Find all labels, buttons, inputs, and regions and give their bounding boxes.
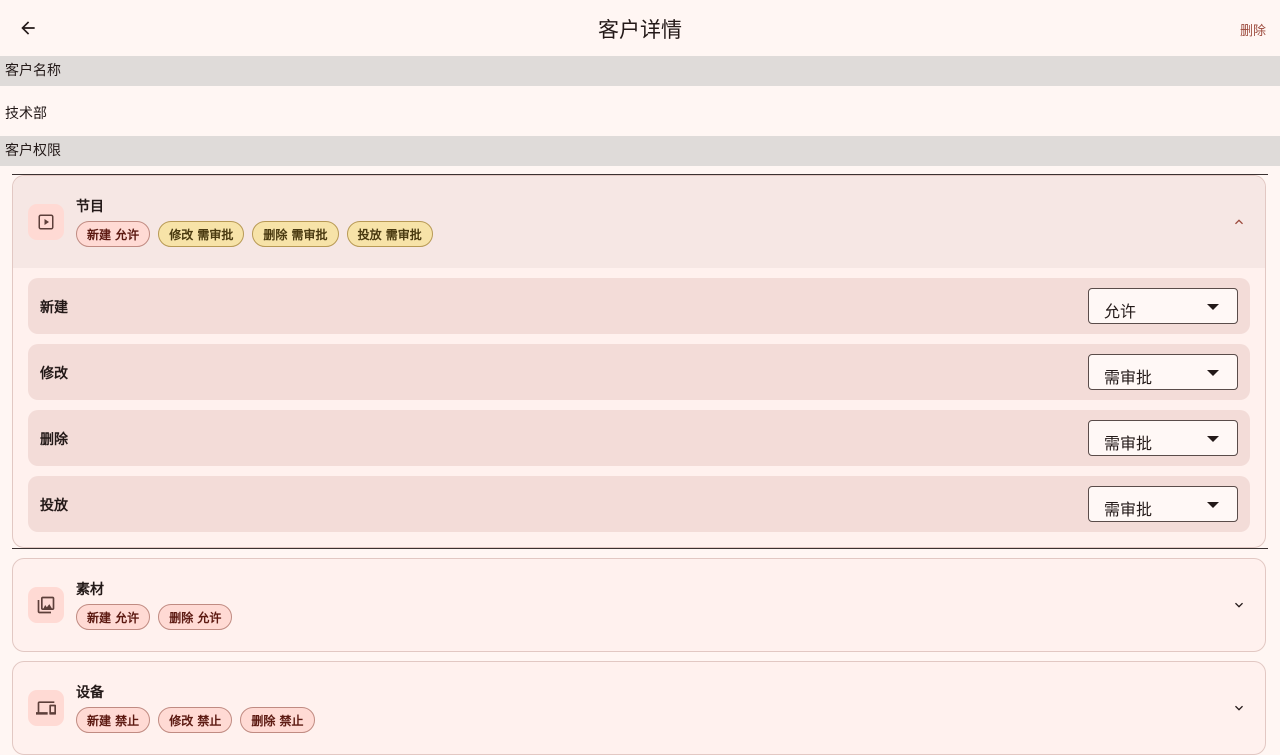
chevron-down-icon[interactable] <box>1227 696 1251 720</box>
customer-name-value: 技术部 <box>5 106 47 122</box>
permission-chip: 删除 允许 <box>158 604 233 630</box>
permission-select[interactable]: 需审批 <box>1088 420 1238 456</box>
permission-card-program: 节目 新建 允许 修改 需审批 删除 需审批 投放 需审批 新建 允许 修改 需… <box>12 175 1266 548</box>
permission-chip: 删除 禁止 <box>240 707 315 733</box>
chevron-down-icon[interactable] <box>1227 593 1251 617</box>
permission-rows: 新建 允许 修改 需审批 删除 需审批 投放 需审批 <box>13 268 1265 532</box>
permission-chips: 新建 禁止 修改 禁止 删除 禁止 <box>76 707 315 733</box>
permission-card-device: 设备 新建 禁止 修改 禁止 删除 禁止 <box>12 661 1266 755</box>
permission-card-header[interactable]: 节目 新建 允许 修改 需审批 删除 需审批 投放 需审批 <box>13 176 1265 268</box>
app-bar: 客户详情 删除 <box>0 0 1280 56</box>
permission-row-delete: 删除 需审批 <box>28 410 1250 466</box>
permission-row-label: 修改 <box>40 366 68 382</box>
permission-row-publish: 投放 需审批 <box>28 476 1250 532</box>
divider <box>12 548 1268 549</box>
permission-chip: 修改 禁止 <box>158 707 233 733</box>
permission-card-header[interactable]: 设备 新建 禁止 修改 禁止 删除 禁止 <box>13 662 1265 754</box>
permission-chip: 投放 需审批 <box>346 221 433 247</box>
permission-select[interactable]: 需审批 <box>1088 354 1238 390</box>
dropdown-arrow-icon <box>1207 502 1219 508</box>
permission-card-title: 节目 <box>76 199 104 215</box>
permission-select-value: 需审批 <box>1104 434 1153 453</box>
play-square-icon <box>28 204 64 240</box>
permission-select-value: 允许 <box>1104 302 1137 321</box>
dropdown-arrow-icon <box>1207 304 1219 310</box>
chevron-up-icon[interactable] <box>1227 210 1251 234</box>
permission-select-value: 需审批 <box>1104 368 1153 387</box>
customer-permissions-header: 客户权限 <box>0 136 1280 166</box>
permission-card-title: 素材 <box>76 582 104 598</box>
permission-card-header[interactable]: 素材 新建 允许 删除 允许 <box>13 559 1265 651</box>
delete-button[interactable]: 删除 <box>1240 20 1266 39</box>
permission-row-label: 投放 <box>40 498 68 514</box>
dropdown-arrow-icon <box>1207 370 1219 376</box>
permission-chip: 新建 允许 <box>76 604 151 630</box>
permission-row-edit: 修改 需审批 <box>28 344 1250 400</box>
devices-icon <box>28 690 64 726</box>
customer-name-header: 客户名称 <box>0 56 1280 86</box>
permission-card-material: 素材 新建 允许 删除 允许 <box>12 558 1266 652</box>
permission-row-label: 新建 <box>40 300 68 316</box>
permission-select[interactable]: 需审批 <box>1088 486 1238 522</box>
permission-select-value: 需审批 <box>1104 500 1153 519</box>
permission-row-create: 新建 允许 <box>28 278 1250 334</box>
permission-chip: 新建 允许 <box>76 221 151 247</box>
page-title: 客户详情 <box>598 18 682 42</box>
permission-row-label: 删除 <box>40 432 68 448</box>
permission-chips: 新建 允许 修改 需审批 删除 需审批 投放 需审批 <box>76 221 433 247</box>
permission-select[interactable]: 允许 <box>1088 288 1238 324</box>
permission-card-title: 设备 <box>76 685 104 701</box>
dropdown-arrow-icon <box>1207 436 1219 442</box>
permission-chips: 新建 允许 删除 允许 <box>76 604 233 630</box>
permission-chip: 新建 禁止 <box>76 707 151 733</box>
permission-chip: 修改 需审批 <box>158 221 245 247</box>
photo-library-icon <box>28 587 64 623</box>
permission-chip: 删除 需审批 <box>252 221 339 247</box>
